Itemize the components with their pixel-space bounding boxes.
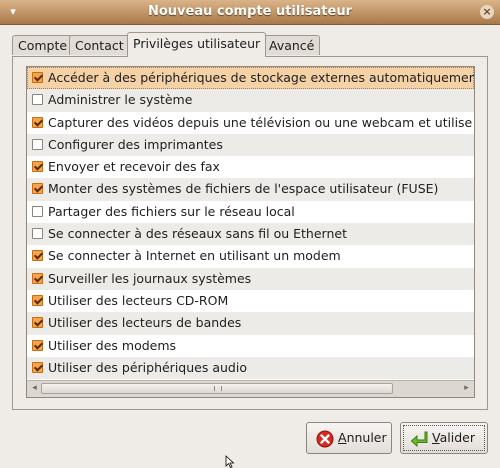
- dialog-window: ▾ Nouveau compte utilisateur × Compte Co…: [0, 0, 500, 468]
- privilege-row[interactable]: Administrer le système: [27, 89, 474, 112]
- tab-contact[interactable]: Contact: [69, 35, 130, 55]
- privilege-label: Utiliser des lecteurs de bandes: [48, 315, 242, 331]
- privilege-row[interactable]: Envoyer et recevoir des fax: [27, 156, 474, 178]
- privilege-row[interactable]: Surveiller les journaux systèmes: [27, 267, 474, 290]
- privilege-label: Envoyer et recevoir des fax: [48, 159, 220, 175]
- privilege-label: Se connecter à des réseaux sans fil ou E…: [48, 226, 347, 242]
- tab-privileges[interactable]: Privilèges utilisateur: [127, 32, 267, 57]
- cancel-label: Annuler: [338, 430, 387, 445]
- ok-arrow-icon: [410, 431, 428, 448]
- privilege-checkbox[interactable]: [32, 94, 43, 106]
- validate-button[interactable]: Valider: [400, 422, 488, 454]
- validate-label: Valider: [432, 430, 475, 445]
- privilege-label: Administrer le système: [48, 92, 193, 108]
- privilege-label: Surveiller les journaux systèmes: [48, 270, 252, 286]
- window-title: Nouveau compte utilisateur: [147, 4, 352, 19]
- privilege-row[interactable]: Se connecter à Internet en utilisant un …: [27, 245, 474, 267]
- privilege-checkbox[interactable]: [32, 228, 43, 240]
- privilege-checkbox[interactable]: [32, 250, 43, 262]
- tab-compte[interactable]: Compte: [12, 35, 74, 55]
- privilege-checkbox[interactable]: [32, 138, 43, 150]
- privilege-label: Capturer des vidéos depuis une télévisio…: [48, 114, 473, 130]
- privilege-row[interactable]: Accéder à des périphériques de stockage …: [27, 67, 474, 90]
- privilege-label: Utiliser des modems: [48, 337, 177, 353]
- privilege-label: Utiliser des lecteurs CD-ROM: [48, 292, 229, 308]
- privilege-row[interactable]: Configurer des imprimantes: [27, 133, 474, 157]
- privilege-checkbox[interactable]: [32, 294, 43, 306]
- privilege-label: Partager des fichiers sur le réseau loca…: [48, 203, 295, 219]
- privilege-row[interactable]: Se connecter à des réseaux sans fil ou E…: [27, 223, 474, 246]
- privilege-row[interactable]: Utiliser des lecteurs CD-ROM: [27, 290, 474, 312]
- privilege-row[interactable]: Capturer des vidéos depuis une télévisio…: [27, 112, 474, 134]
- privilege-row[interactable]: Utiliser des modems: [27, 335, 474, 357]
- privilege-checkbox[interactable]: [32, 161, 43, 173]
- privilege-label: Monter des systèmes de fichiers de l'esp…: [48, 181, 439, 197]
- privilege-checkbox[interactable]: [32, 72, 43, 83]
- cancel-icon: [316, 430, 334, 448]
- privilege-checkbox[interactable]: [32, 183, 43, 195]
- privilege-checkbox[interactable]: [32, 339, 43, 351]
- privileges-list[interactable]: Accéder à des périphériques de stockage …: [26, 66, 475, 398]
- scroll-right-icon[interactable]: ▸: [461, 383, 472, 394]
- scrollbar-thumb[interactable]: [41, 383, 393, 394]
- horizontal-scrollbar[interactable]: ◂ ▸: [27, 380, 474, 397]
- privilege-label: Utiliser des périphériques audio: [48, 359, 247, 375]
- privilege-row[interactable]: Utiliser des lecteurs de bandes: [27, 312, 474, 335]
- privilege-checkbox[interactable]: [32, 205, 43, 217]
- privilege-checkbox[interactable]: [32, 272, 43, 284]
- scroll-left-icon[interactable]: ◂: [29, 383, 40, 394]
- mouse-cursor-icon: [225, 455, 235, 468]
- privilege-row[interactable]: Partager des fichiers sur le réseau loca…: [27, 201, 474, 223]
- privilege-checkbox[interactable]: [32, 361, 43, 373]
- privilege-label: Se connecter à Internet en utilisant un …: [48, 248, 341, 264]
- privilege-row[interactable]: Monter des systèmes de fichiers de l'esp…: [27, 178, 474, 201]
- privilege-checkbox[interactable]: [32, 317, 43, 329]
- privilege-label: Configurer des imprimantes: [48, 136, 223, 152]
- title-bar[interactable]: ▾ Nouveau compte utilisateur ×: [0, 0, 500, 25]
- privilege-checkbox[interactable]: [32, 116, 43, 128]
- privileges-rows: Accéder à des périphériques de stockage …: [27, 67, 474, 380]
- privilege-row[interactable]: Utiliser des périphériques audio: [27, 356, 474, 380]
- close-icon[interactable]: ×: [480, 5, 494, 19]
- grip-icon: [214, 386, 222, 391]
- tab-avance[interactable]: Avancé: [263, 35, 321, 55]
- privilege-label: Accéder à des périphériques de stockage …: [48, 70, 474, 85]
- cancel-button[interactable]: Annuler: [306, 422, 392, 454]
